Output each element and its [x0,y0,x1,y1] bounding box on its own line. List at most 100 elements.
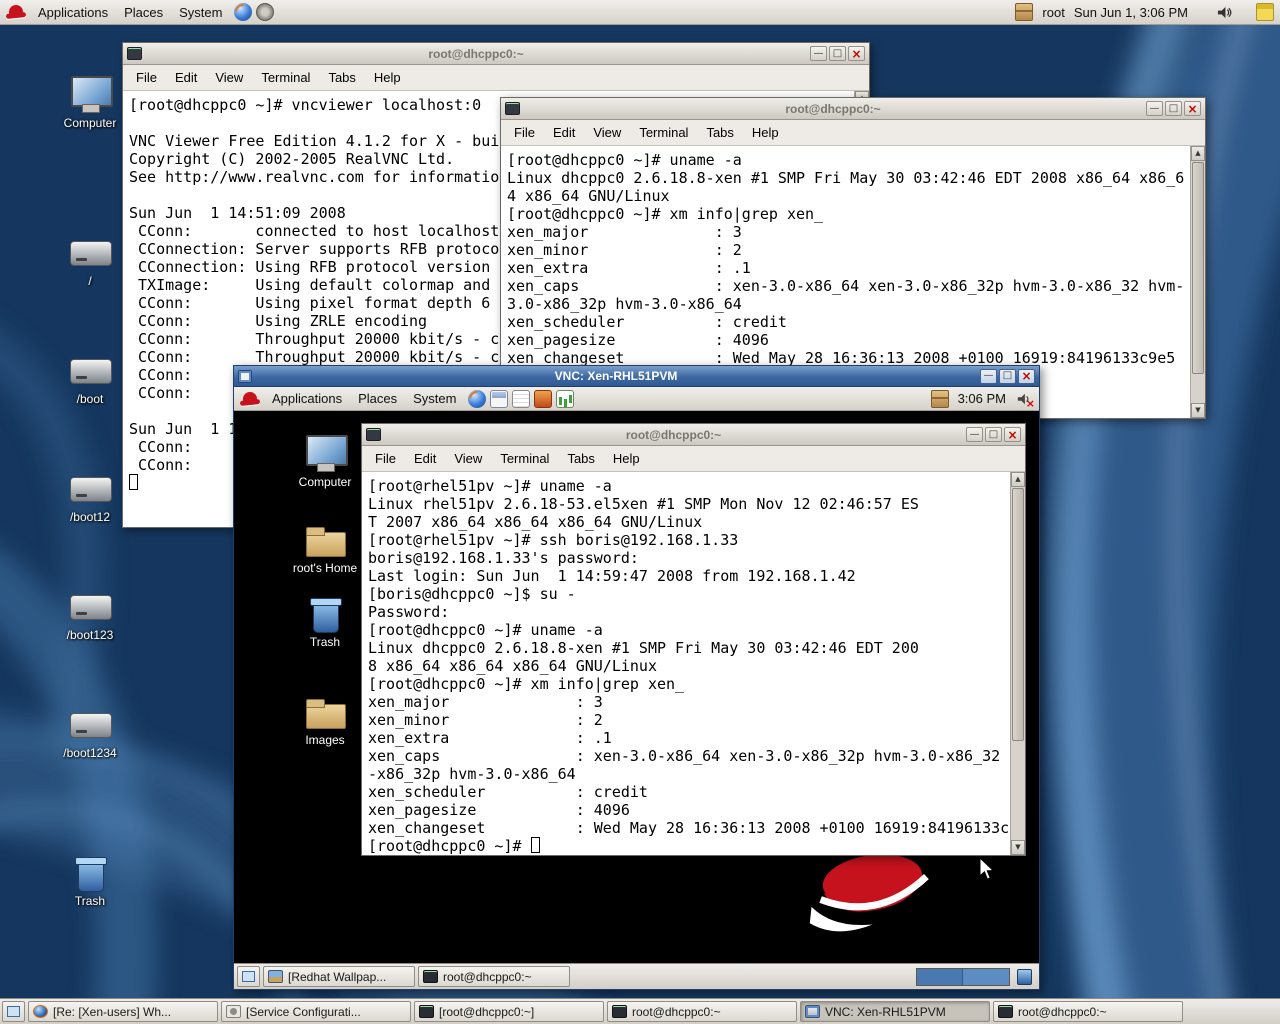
firefox-icon[interactable] [468,390,486,408]
taskbar-window-button[interactable]: root@dhcppc0:~ [993,1001,1183,1022]
show-desktop-button[interactable] [2,1001,25,1022]
maximize-button[interactable]: □ [1165,101,1182,116]
minimize-button[interactable]: — [810,46,827,61]
scrollbar-thumb[interactable] [1012,488,1024,741]
workspace-1[interactable] [917,969,963,985]
taskbar-window-button[interactable]: root@dhcppc0:~ [418,966,570,987]
menu-item[interactable]: Terminal [252,70,319,85]
maximize-button[interactable]: □ [985,427,1002,442]
titlebar[interactable]: root@dhcppc0:~ — □ × [362,424,1025,446]
scroll-up-button[interactable]: ▲ [1011,472,1025,487]
show-desktop-button[interactable] [237,966,260,987]
taskbar-window-button[interactable]: root@dhcppc0:~ [607,1001,797,1022]
menu-item[interactable]: Help [743,125,788,140]
desktop-icon[interactable]: Images [286,693,364,747]
volume-muted-icon[interactable] [1015,390,1033,408]
scrollbar[interactable]: ▲ ▼ [1190,146,1205,418]
desktop-icon[interactable]: Computer [286,435,364,489]
taskbar-window-button[interactable]: [Re: [Xen-users] Wh... [28,1001,218,1022]
terminal-content[interactable]: [root@rhel51pv ~]# uname -aLinux rhel51p… [362,472,1025,855]
editor-icon[interactable] [512,390,530,408]
maximize-button[interactable]: □ [999,369,1016,384]
minimize-button[interactable]: — [966,427,983,442]
mail-icon[interactable] [490,390,508,408]
panel-menu[interactable]: System [405,391,464,406]
panel-menu[interactable]: Places [350,391,405,406]
firefox-icon[interactable] [234,3,252,21]
desktop-icon[interactable]: /boot123 [48,588,132,642]
panel-menu[interactable]: Applications [30,5,116,20]
screenshot-icon[interactable] [534,390,552,408]
close-button[interactable]: × [1004,427,1021,442]
menu-item[interactable]: View [445,451,491,466]
titlebar[interactable]: root@dhcppc0:~ — □ × [123,43,869,65]
chart-icon[interactable] [556,390,574,408]
desktop-icon[interactable]: /boot [48,352,132,406]
menu-item[interactable]: File [366,451,405,466]
trash-applet-icon[interactable] [1017,969,1032,985]
menu-item[interactable]: File [505,125,544,140]
menu-item[interactable]: Terminal [630,125,697,140]
volume-icon[interactable] [1215,3,1233,21]
terminal-line: xen_changeset : Wed May 28 16:36:13 2008… [368,819,1010,837]
main-menu-icon[interactable] [6,3,26,21]
titlebar[interactable]: VNC: Xen-RHL51PVM — □ × [234,366,1039,387]
panel-menu[interactable]: Places [116,5,171,20]
window-icon [612,1005,627,1018]
menu-item[interactable]: File [127,70,166,85]
workspace-switcher[interactable] [916,968,1010,986]
panel-menu[interactable]: System [171,5,230,20]
desktop-icon[interactable]: /boot12 [48,470,132,524]
notes-icon[interactable] [1256,3,1274,21]
maximize-button[interactable]: □ [829,46,846,61]
clock[interactable]: Sun Jun 1, 3:06 PM [1074,5,1188,20]
panel-menu[interactable]: Applications [264,391,350,406]
close-button[interactable]: × [848,46,865,61]
scroll-down-button[interactable]: ▼ [1191,403,1205,418]
desktop-icon[interactable]: root's Home [286,521,364,575]
package-icon[interactable] [1015,3,1033,21]
taskbar-window-button[interactable]: [root@dhcppc0:~] [414,1001,604,1022]
minimize-button[interactable]: — [1146,101,1163,116]
utility-icon[interactable] [256,3,274,21]
menu-item[interactable]: View [206,70,252,85]
scrollbar[interactable]: ▲ ▼ [1010,472,1025,855]
desktop-icon[interactable]: Trash [286,595,364,649]
scroll-down-button[interactable]: ▼ [1011,840,1025,855]
package-icon[interactable] [931,390,949,408]
desktop-icon-label: Computer [48,116,132,130]
menu-item[interactable]: Terminal [491,451,558,466]
main-menu-icon[interactable] [240,390,260,408]
taskbar-window-button[interactable]: [Service Configurati... [221,1001,411,1022]
nested-clock[interactable]: 3:06 PM [958,391,1006,406]
taskbar-window-button[interactable]: VNC: Xen-RHL51PVM [800,1001,990,1022]
scroll-up-button[interactable]: ▲ [1191,146,1205,161]
menu-item[interactable]: Tabs [558,451,603,466]
top-panel: ApplicationsPlacesSystem root Sun Jun 1,… [0,0,1280,25]
titlebar[interactable]: root@dhcppc0:~ — □ × [501,98,1205,120]
desktop-icon[interactable]: /boot1234 [48,706,132,760]
menu-item[interactable]: Edit [405,451,445,466]
scrollbar-thumb[interactable] [1192,162,1204,374]
taskbar-window-button[interactable]: [Redhat Wallpap... [263,966,415,987]
terminal-line: xen_caps : xen-3.0-x86_64 xen-3.0-x86_32… [368,747,1010,765]
terminal-cursor [129,474,138,490]
workspace-2[interactable] [963,969,1009,985]
nested-desktop-icon-list: Computer root's Home Trash Image [286,435,364,747]
vnc-remote-desktop[interactable]: ApplicationsPlacesSystem 3:06 PM [234,387,1039,989]
desktop-icon[interactable]: Trash [48,854,132,908]
menu-item[interactable]: Help [365,70,410,85]
menu-item[interactable]: Help [604,451,649,466]
menu-item[interactable]: Edit [166,70,206,85]
show-desktop-icon [7,1006,20,1017]
desktop-icon[interactable]: / [48,234,132,288]
menu-item[interactable]: Edit [544,125,584,140]
menu-item[interactable]: Tabs [697,125,742,140]
desktop-icon-glyph [67,234,113,272]
desktop-icon[interactable]: Computer [48,76,132,130]
close-button[interactable]: × [1018,369,1035,384]
menu-item[interactable]: Tabs [319,70,364,85]
close-button[interactable]: × [1184,101,1201,116]
minimize-button[interactable]: — [980,369,997,384]
menu-item[interactable]: View [584,125,630,140]
